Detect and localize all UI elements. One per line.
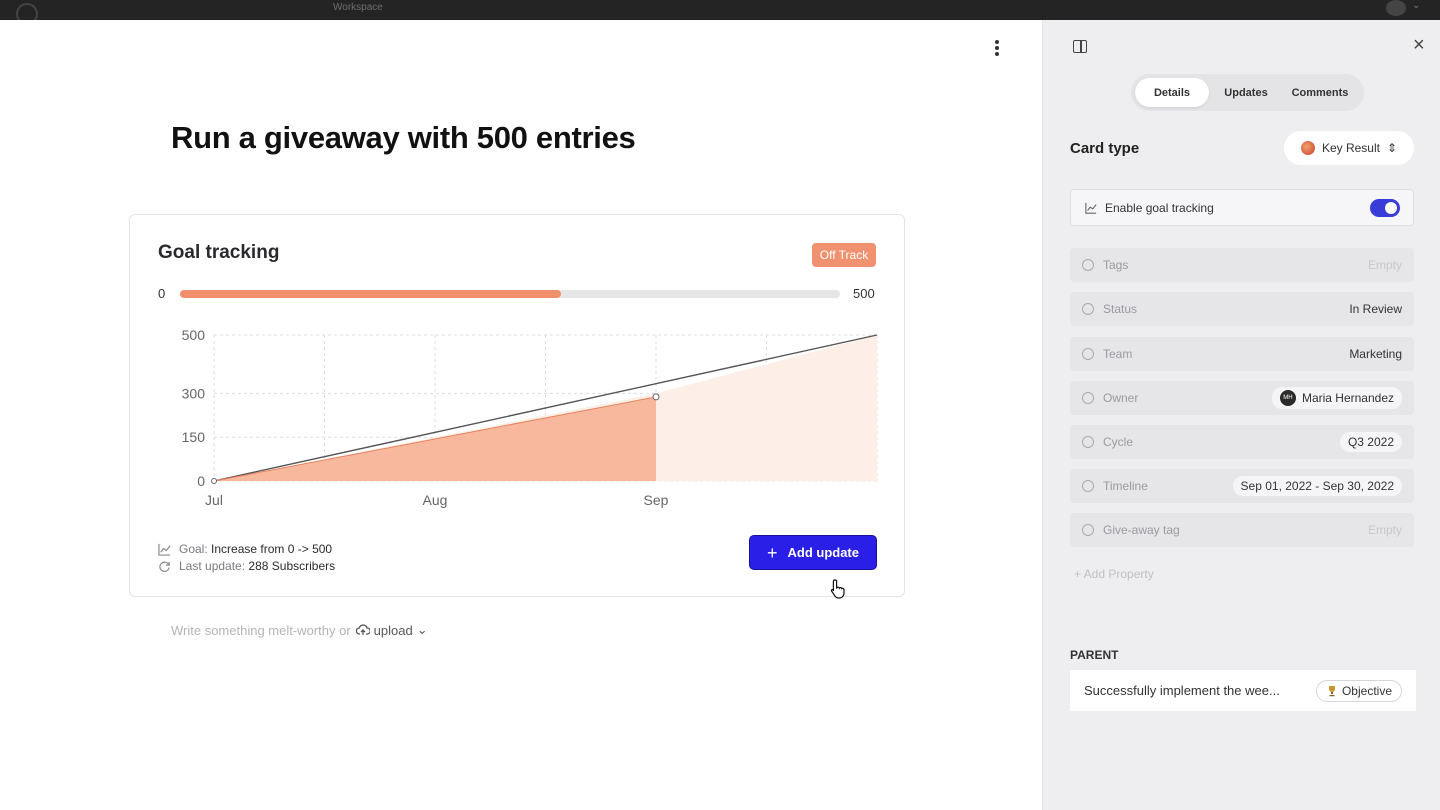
- x-tick-label: Jul: [205, 492, 223, 508]
- list-icon: [1082, 348, 1094, 360]
- target-icon: [1300, 141, 1315, 155]
- goal-tracking-row: Enable goal tracking: [1070, 189, 1414, 226]
- card-type-label: Card type: [1070, 140, 1140, 157]
- goal-label: Goal:: [179, 542, 208, 556]
- cloud-upload-icon: [355, 624, 370, 635]
- calendar-icon: [1082, 480, 1094, 492]
- y-tick-label: 300: [182, 385, 206, 401]
- y-tick-label: 0: [197, 473, 205, 489]
- property-value: Empty: [1367, 258, 1402, 272]
- x-tick-label: Sep: [644, 492, 669, 508]
- property-label: Cycle: [1103, 435, 1134, 449]
- chart-icon: [1085, 202, 1097, 214]
- card-type-value: Key Result: [1321, 141, 1380, 155]
- goal-value: Increase from 0 -> 500: [211, 542, 333, 556]
- parent-item[interactable]: Successfully implement the wee... Object…: [1070, 670, 1416, 711]
- property-timeline[interactable]: Timeline Sep 01, 2022 - Sep 30, 2022: [1070, 469, 1414, 503]
- add-update-button[interactable]: + Add update: [749, 535, 877, 570]
- status-badge: Off Track: [812, 243, 876, 267]
- property-label: Status: [1103, 302, 1138, 316]
- tab-comments[interactable]: Comments: [1283, 78, 1357, 107]
- sidebar-toggle-icon[interactable]: [1073, 40, 1087, 53]
- y-tick-label: 150: [182, 429, 206, 445]
- chevron-updown-icon: ⇕: [1386, 141, 1398, 155]
- y-tick-label: 500: [182, 327, 206, 343]
- workspace-name[interactable]: Workspace: [333, 2, 383, 13]
- avatar: MH: [1279, 390, 1296, 406]
- property-label: Tags: [1103, 258, 1129, 272]
- trophy-icon: [1328, 685, 1335, 696]
- tab-updates[interactable]: Updates: [1209, 78, 1283, 107]
- user-avatar[interactable]: [1386, 0, 1406, 16]
- property-tags[interactable]: Tags Empty: [1070, 248, 1414, 282]
- chart-icon: [158, 543, 171, 556]
- last-update-label: Last update:: [179, 559, 246, 573]
- close-icon[interactable]: ×: [1413, 34, 1425, 57]
- last-update-value: 288 Subscribers: [248, 559, 336, 573]
- more-options-icon[interactable]: [990, 38, 1004, 58]
- property-status[interactable]: Status In Review: [1070, 292, 1414, 326]
- goal-tracking-toggle[interactable]: [1370, 199, 1400, 217]
- property-team[interactable]: Team Marketing: [1070, 337, 1414, 371]
- tag-icon: [1082, 524, 1094, 536]
- property-giveaway-tag[interactable]: Give-away tag Empty: [1070, 513, 1414, 547]
- editor-prompt[interactable]: Write something melt-worthy or upload ⌄: [171, 622, 428, 638]
- chevron-down-icon: ⌄: [416, 622, 428, 637]
- editor-placeholder: Write something melt-worthy or: [171, 622, 351, 638]
- property-value: Maria Hernandez: [1301, 391, 1394, 405]
- progress-max: 500: [853, 286, 875, 301]
- status-icon: [1082, 303, 1094, 315]
- details-panel: × Details Updates Comments Card type Key…: [1042, 20, 1440, 810]
- card-type-select[interactable]: Key Result ⇕: [1284, 131, 1414, 165]
- property-cycle[interactable]: Cycle Q3 2022: [1070, 425, 1414, 459]
- owner-pill: MH Maria Hernandez: [1271, 387, 1402, 409]
- parent-type-badge[interactable]: Objective: [1315, 679, 1402, 702]
- refresh-icon: [159, 561, 170, 572]
- cycle-icon: [1082, 436, 1094, 448]
- property-value: Q3 2022: [1339, 432, 1402, 452]
- property-value: Marketing: [1349, 347, 1402, 361]
- property-value: In Review: [1349, 302, 1402, 316]
- plus-icon: +: [766, 542, 778, 563]
- goal-tracking-label: Enable goal tracking: [1105, 200, 1214, 215]
- goal-chart: 0 150 300 500 Jul Aug Sep: [182, 327, 878, 508]
- x-tick-label: Aug: [423, 492, 448, 508]
- tag-icon: [1082, 259, 1094, 271]
- goal-line: Goal: Increase from 0 -> 500: [158, 542, 332, 556]
- upload-label: upload: [373, 622, 413, 638]
- parent-heading: PARENT: [1070, 648, 1119, 662]
- progress-min: 0: [158, 286, 166, 301]
- data-point: [652, 393, 660, 401]
- panel-tabs: Details Updates Comments: [1131, 74, 1364, 111]
- tab-details[interactable]: Details: [1135, 78, 1209, 107]
- data-point: [211, 478, 217, 484]
- top-bar: Workspace ⌄: [0, 0, 1440, 25]
- hand-cursor-icon: [830, 579, 845, 599]
- upload-button[interactable]: upload ⌄: [355, 622, 428, 638]
- property-value: Sep 01, 2022 - Sep 30, 2022: [1232, 476, 1402, 496]
- parent-title: Successfully implement the wee...: [1084, 683, 1280, 698]
- property-value: Empty: [1367, 523, 1402, 537]
- parent-type-label: Objective: [1341, 683, 1392, 698]
- goal-tracking-card: Goal tracking Off Track 0 500 0 150 300 500…: [129, 214, 905, 597]
- chevron-down-icon[interactable]: ⌄: [1412, 0, 1420, 11]
- property-label: Owner: [1103, 391, 1139, 405]
- card-main: Run a giveaway with 500 entries Goal tra…: [0, 20, 1042, 810]
- property-label: Timeline: [1103, 479, 1148, 493]
- add-property-button[interactable]: + Add Property: [1074, 567, 1154, 581]
- property-owner[interactable]: Owner MH Maria Hernandez: [1070, 381, 1414, 415]
- add-update-label: Add update: [787, 545, 860, 560]
- page-title[interactable]: Run a giveaway with 500 entries: [171, 120, 636, 156]
- property-label: Give-away tag: [1103, 523, 1180, 537]
- property-label: Team: [1103, 347, 1133, 361]
- last-update-line: Last update: 288 Subscribers: [158, 559, 335, 573]
- progress-fill: [180, 290, 561, 298]
- progress-bar: [180, 290, 840, 298]
- goal-tracking-heading: Goal tracking: [158, 242, 280, 263]
- users-icon: [1082, 392, 1094, 404]
